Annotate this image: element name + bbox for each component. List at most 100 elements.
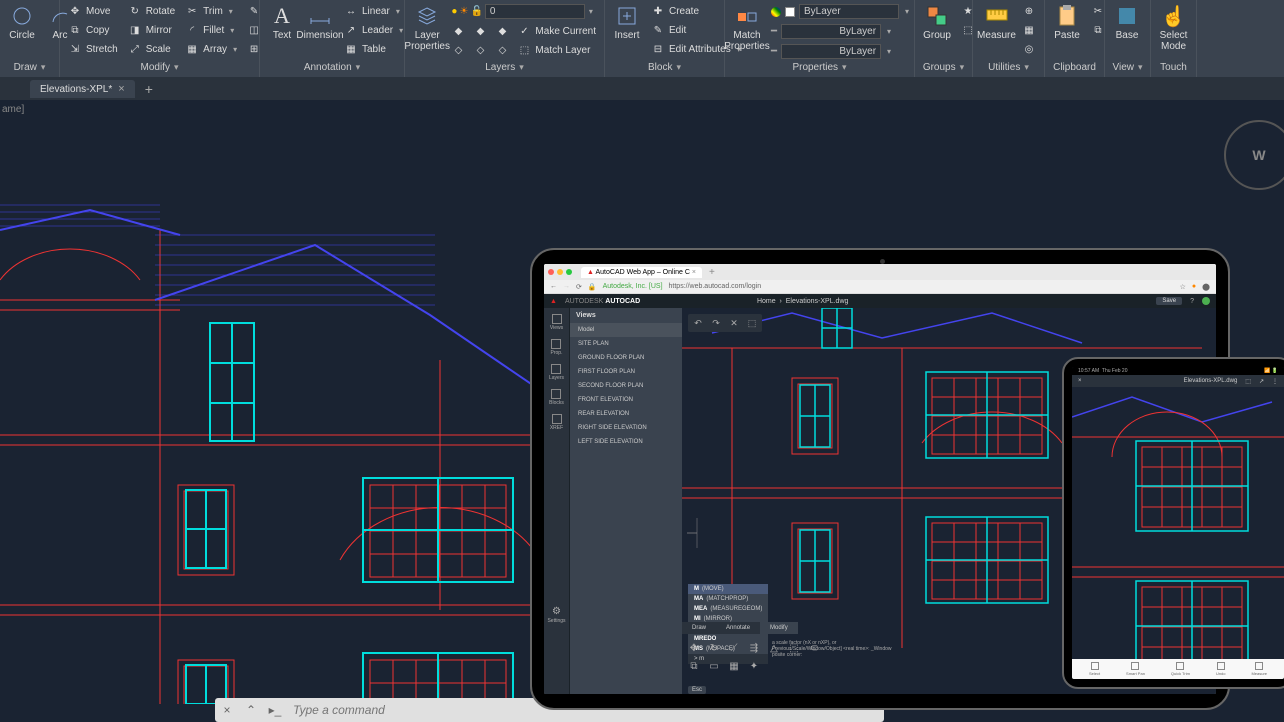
tablet-tool-1[interactable]: ⬚ xyxy=(1245,378,1251,385)
redo-button[interactable]: ↷ xyxy=(709,317,723,329)
btm-tab-modify[interactable]: Modify xyxy=(760,622,798,634)
layer-tool-2[interactable]: ◇ xyxy=(447,41,469,59)
close-icon[interactable]: × xyxy=(1078,378,1082,384)
erase-button[interactable]: ✕ xyxy=(727,317,741,329)
rail-views[interactable]: Views xyxy=(550,314,563,331)
stretch-icon[interactable]: ▭ xyxy=(708,660,720,672)
reload-icon[interactable]: ⟳ xyxy=(576,283,582,291)
trim-icon[interactable]: ⟋ xyxy=(728,642,740,654)
back-icon[interactable]: ← xyxy=(550,283,557,290)
new-browser-tab[interactable]: + xyxy=(705,267,719,278)
file-tab[interactable]: Elevations-XPL*× xyxy=(30,80,135,98)
scale-icon[interactable]: ⬚ xyxy=(788,642,800,654)
view-item-first[interactable]: FIRST FLOOR PLAN xyxy=(570,365,682,379)
help-icon[interactable]: ? xyxy=(1190,298,1194,305)
url-field[interactable]: https://web.autocad.com/login xyxy=(669,283,1174,290)
dimension-button[interactable]: Dimension xyxy=(302,2,338,43)
scale-button[interactable]: ⤢Scale xyxy=(124,40,179,58)
panel-label-view[interactable]: View▾ xyxy=(1109,60,1146,75)
circle-button[interactable]: Circle xyxy=(4,2,40,43)
panel-label-utilities[interactable]: Utilities▾ xyxy=(977,60,1040,75)
table-button[interactable]: ▦Table xyxy=(340,40,407,58)
ac-item[interactable]: MEA(MEASUREGEOM) xyxy=(688,604,768,614)
view-item-second[interactable]: SECOND FLOOR PLAN xyxy=(570,379,682,393)
lineweight-selector[interactable]: ━ByLayer▾ xyxy=(767,22,913,41)
save-button[interactable]: Save xyxy=(1156,297,1182,305)
panel-label-layers[interactable]: Layers▾ xyxy=(409,60,600,75)
forward-icon[interactable]: → xyxy=(563,283,570,290)
close-icon[interactable]: × xyxy=(118,83,124,95)
breadcrumb[interactable]: Home › Elevations-XPL.dwg xyxy=(757,298,848,305)
rail-settings[interactable]: ⚙Settings xyxy=(547,606,565,624)
layer-tool-3[interactable]: ◆ xyxy=(469,22,491,40)
layer-tool-5[interactable]: ◆ xyxy=(491,22,513,40)
select-mode-button[interactable]: ☝Select Mode xyxy=(1155,2,1192,54)
tablet-tool-2[interactable]: ↗ xyxy=(1259,378,1264,385)
linetype-selector[interactable]: ━ByLayer▾ xyxy=(767,42,913,61)
browser-tab[interactable]: ▲ AutoCAD Web App – Online C × xyxy=(581,267,702,278)
fillet-icon[interactable]: ⊂ xyxy=(808,642,820,654)
mirror-icon[interactable]: △ xyxy=(768,642,780,654)
view-item-front[interactable]: FRONT ELEVATION xyxy=(570,393,682,407)
stretch-button[interactable]: ⇲Stretch xyxy=(64,40,122,58)
tablet-tool-3[interactable]: ⋮ xyxy=(1272,378,1278,385)
copy-icon[interactable]: ⧉ xyxy=(688,660,700,672)
util-tool-2[interactable]: ▦ xyxy=(1018,21,1040,39)
rail-blocks[interactable]: Blocks xyxy=(549,389,564,406)
text-button[interactable]: AText xyxy=(264,2,300,43)
offset-icon[interactable]: ⇶ xyxy=(748,642,760,654)
panel-label-modify[interactable]: Modify▾ xyxy=(64,60,255,75)
array-button[interactable]: ▦Array▾ xyxy=(181,40,241,58)
tablet-canvas[interactable] xyxy=(1072,387,1284,659)
move-icon[interactable]: ✥ xyxy=(688,642,700,654)
base-view-button[interactable]: Base xyxy=(1109,2,1145,43)
btm-tab-draw[interactable]: Draw xyxy=(682,622,716,634)
avatar[interactable] xyxy=(1202,297,1210,305)
trim-button[interactable]: ✂Trim▾ xyxy=(181,2,241,20)
view-item-ground[interactable]: GROUND FLOOR PLAN xyxy=(570,351,682,365)
copy-button[interactable]: ⧉Copy xyxy=(64,21,122,39)
panel-label-annotation[interactable]: Annotation▾ xyxy=(264,60,400,75)
rotate-button[interactable]: ↻Rotate xyxy=(124,2,179,20)
leader-button[interactable]: ↗Leader▾ xyxy=(340,21,407,39)
fillet-button[interactable]: ◜Fillet▾ xyxy=(181,21,241,39)
view-item-model[interactable]: Model xyxy=(570,323,682,337)
linear-button[interactable]: ↔Linear▾ xyxy=(340,2,407,20)
make-current-button[interactable]: ✓Make Current xyxy=(513,22,600,40)
util-tool-3[interactable]: ◎ xyxy=(1018,40,1040,58)
rail-xref[interactable]: XREF xyxy=(550,414,563,431)
layer-properties-button[interactable]: Layer Properties xyxy=(409,2,445,54)
view-item-right[interactable]: RIGHT SIDE ELEVATION xyxy=(570,421,682,435)
rail-layers[interactable]: Layers xyxy=(549,364,564,381)
layer-tool-1[interactable]: ◆ xyxy=(447,22,469,40)
rotate-icon[interactable]: ↻ xyxy=(708,642,720,654)
profile-icon[interactable]: ⬤ xyxy=(1202,283,1210,291)
menu-icon[interactable]: ● xyxy=(1192,283,1196,290)
array-icon[interactable]: ▦ xyxy=(728,660,740,672)
panel-label-properties[interactable]: Properties▾ xyxy=(729,60,910,75)
ac-item[interactable]: MA(MATCHPROP) xyxy=(688,594,768,604)
star-icon[interactable]: ☆ xyxy=(1180,283,1186,291)
new-tab-button[interactable]: + xyxy=(139,81,159,97)
expand-command-icon[interactable]: ⌃ xyxy=(239,700,263,720)
view-item-rear[interactable]: REAR ELEVATION xyxy=(570,407,682,421)
match-properties-button[interactable]: Match Properties xyxy=(729,2,765,54)
tf-measure[interactable]: Measure xyxy=(1251,662,1267,676)
insert-button[interactable]: Insert xyxy=(609,2,645,43)
group-button[interactable]: Group xyxy=(919,2,955,43)
panel-label-draw[interactable]: Draw▾ xyxy=(4,60,55,75)
layer-tool-6[interactable]: ◇ xyxy=(491,41,513,59)
close-command-icon[interactable]: × xyxy=(215,700,239,720)
measure-button[interactable]: Measure xyxy=(977,2,1016,43)
panel-label-block[interactable]: Block▾ xyxy=(609,60,720,75)
util-tool-1[interactable]: ⊕ xyxy=(1018,2,1040,20)
view-item-left[interactable]: LEFT SIDE ELEVATION xyxy=(570,435,682,449)
esc-button[interactable]: Esc xyxy=(688,686,706,694)
tf-quicktrim[interactable]: Quick Trim xyxy=(1171,662,1190,676)
select-button[interactable]: ⬚ xyxy=(745,317,759,329)
layer-selector[interactable]: ●☀🔓0▾ xyxy=(447,2,600,21)
ac-item[interactable]: M(MOVE) xyxy=(688,584,768,594)
view-item-site[interactable]: SITE PLAN xyxy=(570,337,682,351)
undo-button[interactable]: ↶ xyxy=(691,317,705,329)
paste-button[interactable]: Paste xyxy=(1049,2,1085,43)
